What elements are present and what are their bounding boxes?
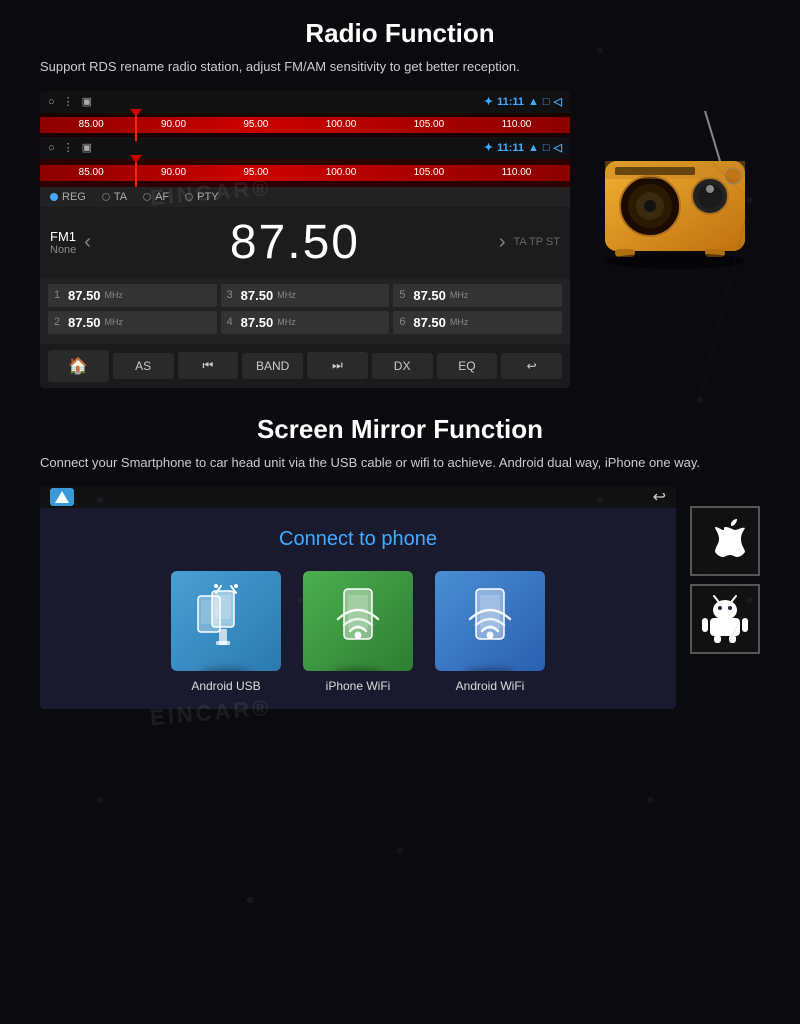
- iphone-wifi-label: iPhone WiFi: [326, 679, 391, 693]
- freq-85: 85.00: [79, 119, 104, 130]
- connect-title: Connect to phone: [56, 528, 660, 551]
- mode-reg-label: REG: [62, 191, 86, 203]
- preset-grid: 1 87.50 MHz 3 87.50 MHz 5 87.50 MHz: [40, 278, 570, 344]
- radio-status-bar-second: ○ ⋮ ▣ ✦ 11:11 ▲ □ ◁: [40, 137, 570, 159]
- fm-band-label: FM1 None: [50, 229, 76, 256]
- signal-icon: ▲: [528, 96, 539, 108]
- mirror-section: Screen Mirror Function Connect your Smar…: [0, 398, 800, 720]
- iphone-wifi-option[interactable]: iPhone WiFi: [298, 571, 418, 693]
- radio-svg: [585, 91, 755, 271]
- window-icon-2: □: [543, 142, 550, 154]
- page-wrapper: Radio Function Support RDS rename radio …: [0, 0, 800, 1024]
- android-wifi-tile[interactable]: [435, 571, 545, 671]
- radio-description: Support RDS rename radio station, adjust…: [40, 57, 760, 77]
- bluetooth-icon-2: ✦: [484, 141, 493, 154]
- home-button[interactable]: 🏠: [48, 350, 109, 382]
- preset-4[interactable]: 4 87.50 MHz: [221, 311, 390, 334]
- circle-icon: ○: [48, 96, 55, 108]
- mirror-title: Screen Mirror Function: [40, 414, 760, 445]
- android-logo-svg: [700, 594, 750, 644]
- mirror-status-bar: ↩: [40, 486, 676, 508]
- preset-row-1: 1 87.50 MHz 3 87.50 MHz 5 87.50 MHz: [48, 284, 562, 307]
- next-freq-button[interactable]: ›: [499, 231, 506, 254]
- signal-icon-2: ▲: [528, 142, 539, 154]
- connect-options: Android USB: [56, 571, 660, 693]
- mirror-screen: ↩ Connect to phone: [40, 486, 676, 709]
- preset-row-2: 2 87.50 MHz 4 87.50 MHz 6 87.50 MHz: [48, 311, 562, 334]
- freq-90: 90.00: [161, 119, 186, 130]
- window-icon: □: [543, 96, 550, 108]
- android-icon-box: [690, 584, 760, 654]
- apple-logo-svg: [705, 519, 745, 564]
- radio-title: Radio Function: [40, 18, 760, 49]
- android-usb-label: Android USB: [191, 679, 260, 693]
- bluetooth-icon: ✦: [484, 95, 493, 108]
- status-time-2: 11:11: [497, 142, 524, 154]
- brand-icons: [690, 486, 760, 654]
- radio-mode-row: REG TA AF PTY: [40, 187, 570, 207]
- freq-100: 100.00: [326, 119, 357, 130]
- dx-button[interactable]: DX: [372, 353, 433, 379]
- radio-section: Radio Function Support RDS rename radio …: [0, 0, 800, 398]
- prev-button[interactable]: ⏮: [178, 352, 239, 379]
- status-left-2: ○ ⋮ ▣: [48, 141, 92, 154]
- preset-6[interactable]: 6 87.50 MHz: [393, 311, 562, 334]
- mirror-ui-wrapper: ↩ Connect to phone: [40, 486, 760, 709]
- status-right-info: ✦ 11:11 ▲ □ ◁: [484, 95, 562, 108]
- mode-pty-label: PTY: [197, 191, 218, 203]
- next-button[interactable]: ⏭: [307, 352, 368, 379]
- android-usb-option[interactable]: Android USB: [166, 571, 286, 693]
- back-icon: ◁: [554, 95, 562, 108]
- eq-button[interactable]: EQ: [437, 353, 498, 379]
- freq-105: 105.00: [414, 119, 445, 130]
- preset-5[interactable]: 5 87.50 MHz: [393, 284, 562, 307]
- mirror-back-button[interactable]: ↩: [653, 487, 666, 507]
- back-icon-2: ◁: [554, 141, 562, 154]
- as-button[interactable]: AS: [113, 353, 174, 379]
- status-right-2: ✦ 11:11 ▲ □ ◁: [484, 141, 562, 154]
- mode-af[interactable]: AF: [143, 191, 169, 203]
- main-freq-display: FM1 None ‹ 87.50 › TA TP ST: [40, 207, 570, 278]
- preset-1[interactable]: 1 87.50 MHz: [48, 284, 217, 307]
- radio-ui-wrapper: ○ ⋮ ▣ ✦ 11:11 ▲ □ ◁ 8: [40, 91, 760, 388]
- mode-af-label: AF: [155, 191, 169, 203]
- status-time-top: 11:11: [497, 96, 524, 108]
- freq-bar-main[interactable]: 85.00 90.00 95.00 100.00 105.00 110.00: [40, 159, 570, 187]
- fm-band: FM1: [50, 229, 76, 244]
- ta-tp-st-label: TA TP ST: [514, 236, 560, 248]
- freq-95: 95.00: [243, 119, 268, 130]
- band-button[interactable]: BAND: [242, 353, 303, 379]
- mode-ta-label: TA: [114, 191, 127, 203]
- android-usb-tile[interactable]: [171, 571, 281, 671]
- apple-icon-box: [690, 506, 760, 576]
- image-icon-2: ▣: [82, 141, 92, 154]
- fm-station: None: [50, 244, 76, 256]
- android-wifi-option[interactable]: Android WiFi: [430, 571, 550, 693]
- mode-ta[interactable]: TA: [102, 191, 127, 203]
- bottom-controls: 🏠 AS ⏮ BAND ⏭ DX EQ ↩: [40, 344, 570, 388]
- mode-reg[interactable]: REG: [50, 191, 86, 203]
- main-frequency: 87.50: [99, 215, 491, 270]
- mode-pty[interactable]: PTY: [185, 191, 218, 203]
- mirror-description: Connect your Smartphone to car head unit…: [40, 453, 760, 473]
- android-wifi-label: Android WiFi: [456, 679, 525, 693]
- preset-2[interactable]: 2 87.50 MHz: [48, 311, 217, 334]
- mirror-app-icon: [50, 488, 74, 506]
- dots-icon: ⋮: [63, 95, 74, 108]
- circle-icon-2: ○: [48, 142, 55, 154]
- radio-status-bar-top: ○ ⋮ ▣ ✦ 11:11 ▲ □ ◁: [40, 91, 570, 113]
- radio-illustration: [580, 91, 760, 271]
- preset-3[interactable]: 3 87.50 MHz: [221, 284, 390, 307]
- prev-freq-button[interactable]: ‹: [84, 231, 91, 254]
- status-left-icons: ○ ⋮ ▣: [48, 95, 92, 108]
- back-button[interactable]: ↩: [501, 353, 562, 379]
- dots-icon-2: ⋮: [63, 141, 74, 154]
- radio-screen: ○ ⋮ ▣ ✦ 11:11 ▲ □ ◁ 8: [40, 91, 570, 388]
- freq-110: 110.00: [502, 119, 532, 130]
- freq-bar-top[interactable]: 85.00 90.00 95.00 100.00 105.00 110.00: [40, 113, 570, 137]
- iphone-wifi-tile[interactable]: [303, 571, 413, 671]
- connect-phone-area: Connect to phone: [40, 508, 676, 709]
- image-icon: ▣: [82, 95, 92, 108]
